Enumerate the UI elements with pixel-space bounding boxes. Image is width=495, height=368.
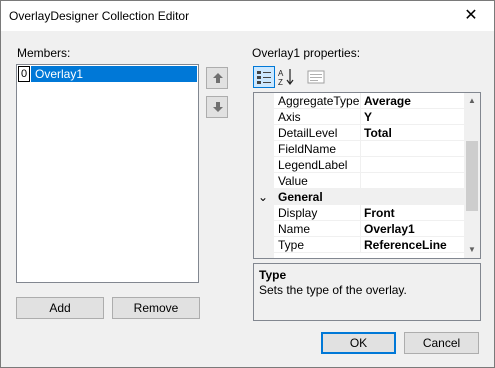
move-down-button[interactable]: [206, 96, 228, 118]
description-panel: Type Sets the type of the overlay.: [253, 263, 481, 321]
property-grid[interactable]: AggregateType Average Axis Y DetailLevel…: [253, 92, 481, 259]
property-name: Display: [278, 206, 318, 220]
vertical-scrollbar[interactable]: ▲ ▼: [464, 93, 480, 258]
category-label: General: [278, 190, 323, 204]
property-value[interactable]: Overlay1: [360, 221, 465, 237]
remove-button-label: Remove: [133, 301, 179, 315]
alphabetical-icon: A Z: [278, 69, 294, 87]
property-pages-icon: [307, 70, 325, 84]
remove-button[interactable]: Remove: [112, 297, 200, 319]
categorized-button[interactable]: [253, 66, 275, 88]
collection-editor-dialog: OverlayDesigner Collection Editor ✕ Memb…: [0, 0, 495, 368]
member-index: 0: [18, 66, 30, 82]
property-row[interactable]: Type ReferenceLine: [254, 237, 465, 253]
member-name[interactable]: Overlay1: [31, 66, 197, 82]
categorized-icon: [257, 71, 271, 84]
property-row[interactable]: Axis Y: [254, 109, 465, 125]
cancel-button-label: Cancel: [422, 336, 461, 350]
svg-text:Z: Z: [278, 78, 283, 87]
property-value[interactable]: [360, 141, 465, 157]
members-list[interactable]: 0 Overlay1: [16, 64, 199, 283]
add-button[interactable]: Add: [16, 297, 104, 319]
property-name: Name: [278, 222, 311, 236]
property-name: LegendLabel: [278, 158, 348, 172]
dialog-title: OverlayDesigner Collection Editor: [9, 9, 190, 23]
collapse-toggle[interactable]: ⌄: [258, 189, 268, 205]
alphabetical-button[interactable]: A Z: [276, 66, 298, 88]
property-row[interactable]: Name Overlay1: [254, 221, 465, 237]
property-value[interactable]: [360, 157, 465, 173]
description-text: Sets the type of the overlay.: [259, 283, 407, 297]
property-name: Axis: [278, 110, 301, 124]
property-row[interactable]: LegendLabel: [254, 157, 465, 173]
list-item[interactable]: 0 Overlay1: [18, 66, 197, 82]
property-name: FieldName: [278, 142, 337, 156]
property-value[interactable]: Y: [360, 109, 465, 125]
title-bar: OverlayDesigner Collection Editor ✕: [1, 1, 494, 31]
scroll-up-icon[interactable]: ▲: [464, 93, 480, 109]
property-name: Type: [278, 238, 305, 252]
property-name: AggregateType: [278, 94, 360, 108]
property-row[interactable]: Value: [254, 173, 465, 189]
scroll-down-icon[interactable]: ▼: [464, 242, 480, 258]
cancel-button[interactable]: Cancel: [404, 332, 479, 354]
add-button-label: Add: [49, 301, 71, 315]
properties-label: Overlay1 properties:: [252, 46, 361, 60]
property-row[interactable]: FieldName: [254, 141, 465, 157]
scroll-thumb[interactable]: [466, 141, 478, 211]
close-button[interactable]: ✕: [448, 1, 494, 31]
svg-text:A: A: [278, 69, 284, 78]
property-row[interactable]: DetailLevel Total: [254, 125, 465, 141]
property-value[interactable]: Front: [360, 205, 465, 221]
move-up-button[interactable]: [206, 67, 228, 89]
property-value[interactable]: Total: [360, 125, 465, 141]
property-name: DetailLevel: [278, 126, 338, 140]
arrow-down-icon: [213, 102, 223, 112]
description-title: Type: [259, 268, 287, 282]
row-divider: [274, 252, 465, 253]
property-row[interactable]: AggregateType Average: [254, 93, 465, 109]
property-value[interactable]: Average: [360, 93, 465, 109]
members-label-text: Members:: [17, 46, 71, 60]
property-grid-toolbar: A Z: [251, 66, 331, 90]
ok-button[interactable]: OK: [321, 332, 396, 354]
arrow-up-icon: [213, 73, 223, 83]
chevron-down-icon: ⌄: [258, 190, 269, 204]
members-label: Members:: [17, 46, 70, 60]
category-general[interactable]: ⌄ General: [254, 189, 465, 205]
property-name: Value: [278, 174, 308, 188]
ok-button-label: OK: [349, 336, 368, 350]
property-value[interactable]: ReferenceLine: [360, 237, 465, 253]
property-value[interactable]: [360, 173, 465, 189]
property-row[interactable]: Display Front: [254, 205, 465, 221]
close-icon: ✕: [464, 7, 478, 24]
property-pages-button[interactable]: [305, 66, 327, 88]
